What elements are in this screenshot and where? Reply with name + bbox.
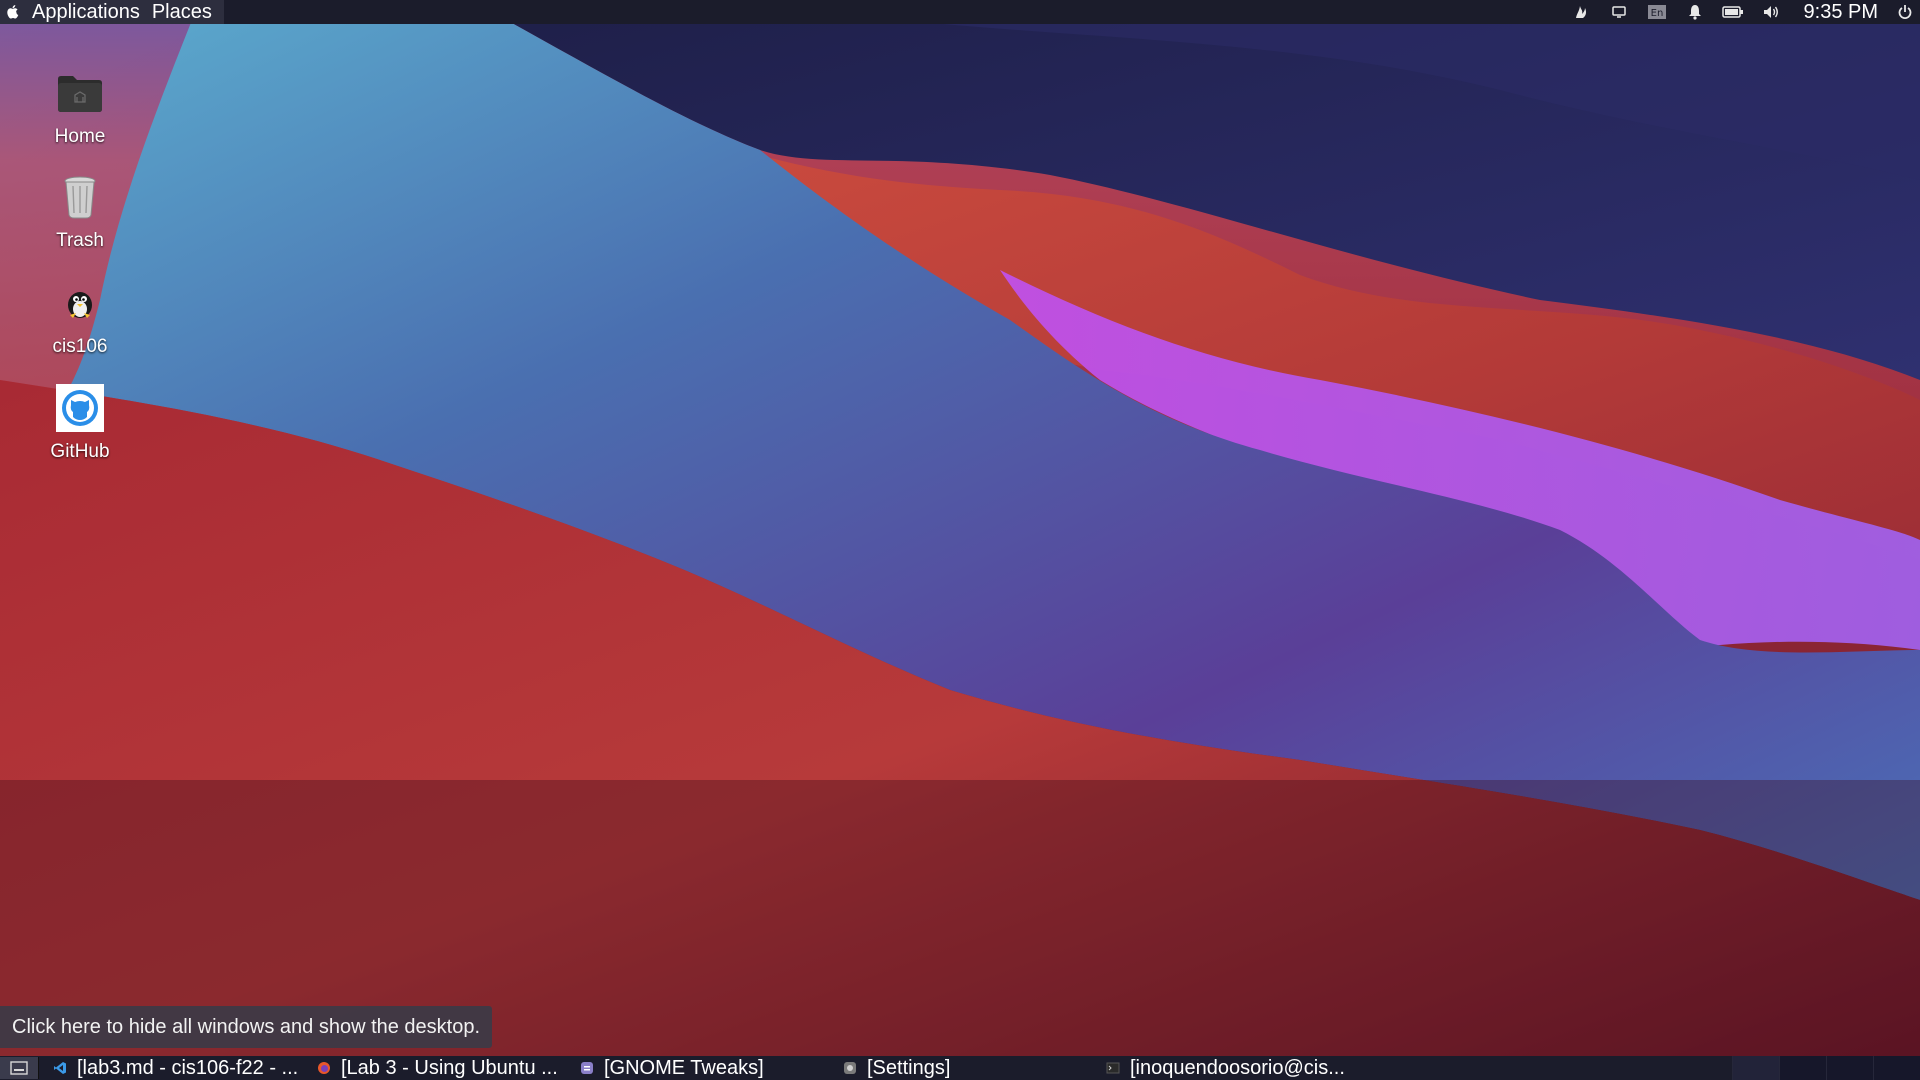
vscode-icon — [53, 1061, 67, 1075]
system-tray: En 9:35 PM — [1562, 0, 1920, 24]
show-desktop-icon — [10, 1061, 28, 1075]
folder-home-icon — [55, 68, 105, 118]
workspace-1[interactable] — [1732, 1056, 1779, 1080]
trash-icon — [55, 172, 105, 222]
desktop-icon-github[interactable]: GitHub — [30, 383, 130, 463]
volume-icon[interactable] — [1752, 0, 1790, 24]
screen-icon[interactable] — [1600, 0, 1638, 24]
tweaks-icon — [580, 1061, 594, 1075]
task-label: [Settings] — [867, 1056, 951, 1079]
menu-places[interactable]: Places — [146, 0, 218, 24]
desktop-icon-label: Trash — [56, 230, 104, 251]
flame-icon[interactable] — [1562, 0, 1600, 24]
battery-icon[interactable] — [1714, 0, 1752, 24]
workspace-switcher — [1732, 1056, 1920, 1080]
show-desktop-tooltip: Click here to hide all windows and show … — [0, 1006, 493, 1048]
desktop-icon-trash[interactable]: Trash — [30, 172, 130, 252]
apple-icon[interactable] — [6, 4, 20, 20]
task-settings[interactable]: [Settings] — [829, 1056, 1092, 1080]
show-desktop-button[interactable] — [0, 1057, 39, 1079]
task-terminal[interactable]: [inoquendoosorio@cis... — [1092, 1056, 1355, 1080]
settings-icon — [843, 1061, 857, 1075]
desktop-wallpaper — [0, 0, 1920, 1080]
task-firefox[interactable]: [Lab 3 - Using Ubuntu ... — [303, 1056, 566, 1080]
top-panel: Applications Places En 9:35 PM — [0, 0, 1920, 24]
app-menu-bar: Applications Places — [0, 0, 224, 24]
task-label: [lab3.md - cis106-f22 - ... — [77, 1056, 299, 1079]
keyboard-layout-label: En — [1650, 8, 1663, 19]
desktop-icon-label: Home — [54, 126, 106, 147]
task-label: [GNOME Tweaks] — [604, 1056, 764, 1079]
workspace-2[interactable] — [1779, 1056, 1826, 1080]
workspace-3[interactable] — [1826, 1056, 1873, 1080]
task-gnome-tweaks[interactable]: [GNOME Tweaks] — [566, 1056, 829, 1080]
bell-icon[interactable] — [1676, 0, 1714, 24]
desktop-icon-cis106[interactable]: cis106 — [30, 278, 130, 358]
github-icon — [55, 383, 105, 433]
terminal-icon — [1106, 1061, 1120, 1075]
desktop-icon-label: GitHub — [50, 441, 110, 462]
bottom-taskbar: [lab3.md - cis106-f22 - ... [Lab 3 - Usi… — [0, 1056, 1920, 1080]
keyboard-layout-icon[interactable]: En — [1638, 0, 1676, 24]
tux-icon — [55, 278, 105, 328]
firefox-icon — [317, 1061, 331, 1075]
task-label: [Lab 3 - Using Ubuntu ... — [341, 1056, 558, 1079]
workspace-4[interactable] — [1873, 1056, 1920, 1080]
task-vscode[interactable]: [lab3.md - cis106-f22 - ... — [39, 1056, 303, 1080]
clock[interactable]: 9:35 PM — [1790, 1, 1890, 24]
menu-applications[interactable]: Applications — [26, 0, 146, 24]
task-label: [inoquendoosorio@cis... — [1130, 1056, 1345, 1079]
power-icon[interactable] — [1890, 0, 1920, 24]
desktop-icon-home[interactable]: Home — [30, 68, 130, 148]
desktop-icon-label: cis106 — [52, 336, 108, 357]
